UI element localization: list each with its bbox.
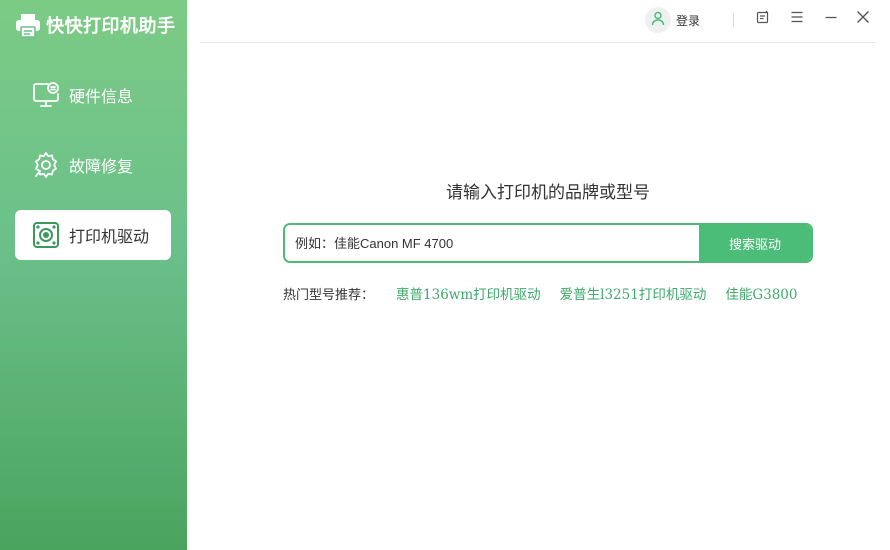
feedback-button[interactable] [753, 8, 773, 28]
hot-models: 热门型号推荐： 惠普136wm打印机驱动 爱普生l3251打印机驱动 佳能G38… [283, 283, 816, 303]
menu-icon [790, 9, 804, 28]
sidebar: 快快打印机助手 硬件信息 故障修复 打印机驱动 [0, 0, 187, 550]
feedback-icon [756, 9, 770, 28]
menu-button[interactable] [787, 8, 807, 28]
search-input[interactable] [285, 225, 699, 261]
sidebar-item-hardware-info[interactable]: 硬件信息 [15, 70, 171, 120]
search-driver-button[interactable]: 搜索驱动 [699, 225, 811, 261]
hot-model-link[interactable]: 惠普136wm打印机驱动 [396, 283, 541, 303]
sidebar-item-label: 硬件信息 [69, 87, 134, 106]
app-brand: 快快打印机助手 [14, 10, 176, 40]
sidebar-item-repair[interactable]: 故障修复 [15, 140, 171, 190]
app-title: 快快打印机助手 [46, 16, 176, 37]
sidebar-item-label: 故障修复 [69, 157, 134, 176]
minimize-icon [824, 9, 838, 28]
login-link[interactable]: 登录 [676, 12, 700, 29]
close-button[interactable] [853, 8, 873, 28]
user-icon [650, 10, 666, 30]
search-box: 搜索驱动 [283, 223, 813, 263]
monitor-info-icon [31, 80, 61, 110]
hot-models-label: 热门型号推荐： [283, 287, 375, 303]
sidebar-item-printer-driver[interactable]: 打印机驱动 [15, 210, 171, 260]
close-icon [856, 9, 870, 28]
minimize-button[interactable] [821, 8, 841, 28]
search-prompt: 请输入打印机的品牌或型号 [446, 183, 650, 203]
sidebar-item-label: 打印机驱动 [69, 227, 150, 246]
repair-gear-icon [31, 150, 61, 180]
hot-model-link[interactable]: 佳能G3800 [725, 283, 797, 303]
topbar-divider-line [200, 42, 876, 43]
printer-driver-icon [31, 220, 61, 250]
printer-icon [14, 11, 42, 39]
hot-model-link[interactable]: 爱普生l3251打印机驱动 [560, 283, 707, 303]
topbar-divider [733, 13, 734, 27]
user-avatar[interactable] [645, 7, 671, 33]
